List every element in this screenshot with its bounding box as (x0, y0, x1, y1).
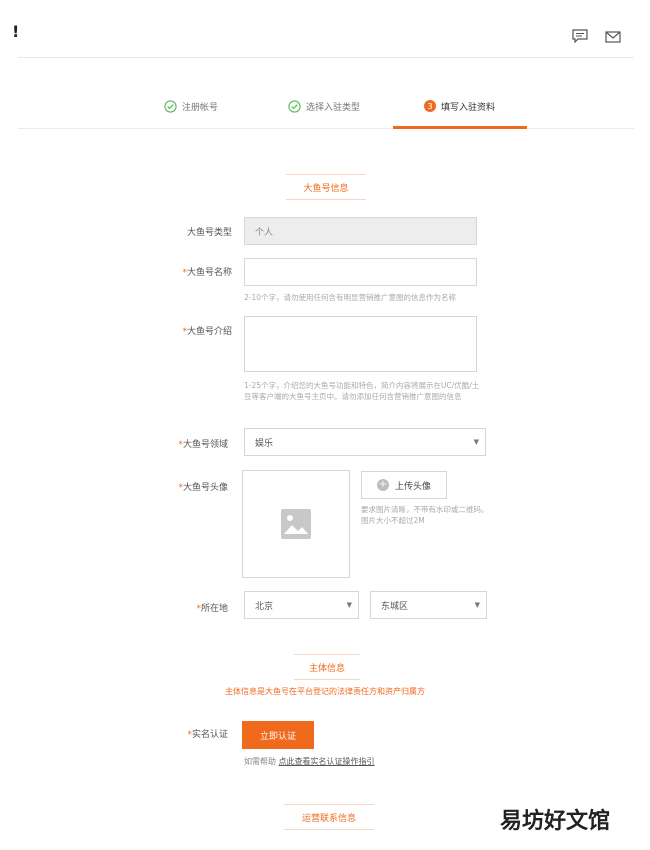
name-label: *大鱼号名称 (182, 268, 232, 278)
verify-label: *实名认证 (187, 730, 228, 740)
step-label: 注册帐号 (182, 102, 219, 113)
section-subtitle-entity: 主体信息是大鱼号在平台登记的法律责任方和资产归属方 (225, 687, 425, 696)
check-circle-icon (288, 99, 301, 113)
intro-label: *大鱼号介绍 (182, 327, 232, 337)
chevron-down-icon: ▼ (474, 601, 480, 609)
district-value: 东城区 (381, 601, 409, 612)
account-intro-textarea[interactable] (244, 316, 477, 372)
account-name-input[interactable] (244, 258, 477, 286)
active-step-indicator (393, 126, 527, 129)
type-label: 大鱼号类型 (186, 228, 232, 238)
province-value: 北京 (255, 601, 274, 612)
step-number-badge: 3 (424, 100, 436, 112)
province-select[interactable]: 北京 ▼ (244, 591, 359, 619)
image-placeholder-icon (281, 509, 311, 539)
location-label: *所在地 (196, 604, 228, 614)
step-fill-info: 3 填写入驻资料 (424, 98, 495, 114)
avatar-label: *大鱼号头像 (178, 483, 228, 493)
step-label: 填写入驻资料 (441, 102, 496, 113)
help-prefix: 如需帮助 (244, 757, 276, 766)
header-divider (18, 57, 634, 58)
comment-icon[interactable] (572, 29, 588, 43)
logo: ! (12, 22, 20, 41)
avatar-preview[interactable] (242, 470, 350, 578)
step-label: 选择入驻类型 (306, 102, 361, 113)
section-title-ops: 运营联系信息 (284, 804, 374, 830)
watermark: 易坊好文馆 (500, 809, 611, 834)
verify-guide-link[interactable]: 点此查看实名认证操作指引 (279, 757, 375, 766)
section-title-entity: 主体信息 (294, 654, 360, 680)
chevron-down-icon: ▼ (346, 601, 352, 609)
name-hint: 2-10个字，请勿使用任何含有明显营销推广意图的信息作为名称 (244, 293, 457, 302)
domain-value: 娱乐 (255, 438, 274, 449)
check-circle-icon (164, 99, 177, 113)
step-select-type: 选择入驻类型 (288, 98, 360, 114)
account-type-field: 个人 (244, 217, 477, 245)
mail-icon[interactable] (605, 30, 621, 44)
domain-label: *大鱼号领域 (178, 440, 228, 450)
upload-label: 上传头像 (394, 481, 431, 492)
domain-select[interactable]: 娱乐 ▼ (244, 428, 486, 456)
upload-avatar-button[interactable]: + 上传头像 (361, 471, 447, 499)
verify-now-button[interactable]: 立即认证 (242, 721, 314, 749)
section-title-account: 大鱼号信息 (286, 174, 366, 200)
avatar-hint: 要求图片清晰，不带有水印或二维码。图片大小不超过2M (361, 505, 489, 525)
plus-circle-icon: + (376, 479, 389, 491)
district-select[interactable]: 东城区 ▼ (370, 591, 487, 619)
verify-help: 如需帮助 点此查看实名认证操作指引 (244, 756, 375, 767)
chevron-down-icon: ▼ (473, 438, 479, 446)
steps-divider (18, 128, 634, 129)
intro-hint: 1-25个字，介绍您的大鱼号功能和特色，简介内容将展示在UC/优酷/土豆等客户端… (244, 381, 480, 401)
step-register: 注册帐号 (164, 98, 218, 114)
